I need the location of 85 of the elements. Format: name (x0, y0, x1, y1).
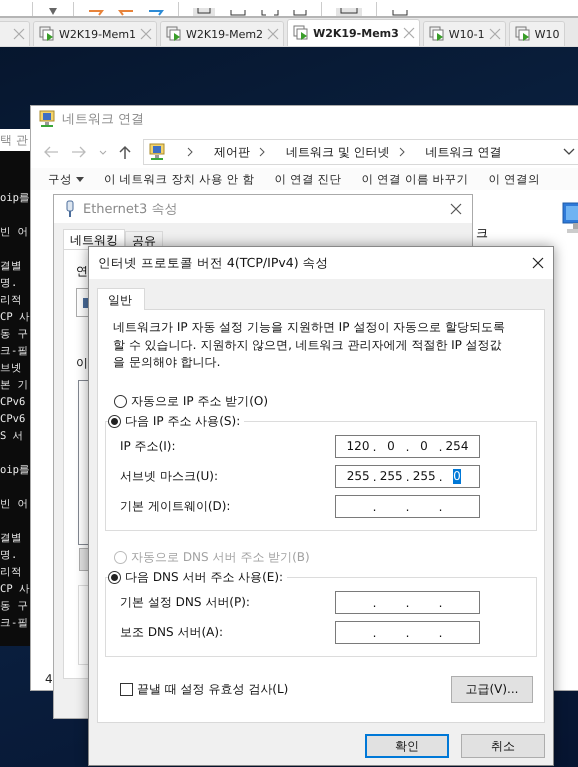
console-line: CPv6 (0, 412, 26, 427)
console-line: 명. (0, 548, 18, 563)
console-line: 결별 (0, 531, 22, 546)
field-label: 기본 게이트웨이(D): (120, 498, 232, 515)
advanced-button[interactable]: 고급(V)... (451, 676, 533, 702)
cancel-button[interactable]: 취소 (461, 734, 545, 758)
field-label: 서브넷 마스크(U): (120, 468, 220, 485)
vm-tab[interactable]: W10 (508, 21, 564, 46)
console-line: CP 사 (0, 582, 30, 597)
console-line: CPv6 (0, 395, 26, 410)
console-line: 빈 어 (0, 225, 28, 240)
ip-address-field[interactable]: 120 . 0 . 0 . 254 (335, 435, 480, 458)
checkbox[interactable]: 끝낼 때 설정 유효성 검사(L) (120, 680, 288, 698)
vm-play-icon (39, 26, 55, 42)
ip-address-field[interactable]: 255 . 255 . 255 . 0 (335, 465, 480, 488)
chevron-icon (187, 147, 193, 157)
console-line: 동 구 (0, 599, 28, 614)
field-label: 기본 설정 DNS 서버(P): (120, 594, 251, 611)
window-icon[interactable] (193, 8, 215, 16)
console-line: oip를 (0, 463, 30, 478)
toolbar-command[interactable]: 이 연결 이름 바꾸기 (362, 172, 469, 186)
toolbar-command[interactable]: 이 네트워크 장치 사용 안 함 (104, 172, 254, 186)
window-title: Ethernet3 속성 (83, 201, 178, 218)
console-line: oip를 (0, 191, 30, 206)
vm-tab[interactable]: W2K19-Mem2 (160, 21, 284, 46)
ok-button[interactable]: 확인 (365, 734, 449, 758)
breadcrumb-item[interactable]: 네트워크 및 인터넷 (286, 144, 390, 160)
ip-address-field[interactable]: . . . (335, 621, 480, 644)
close-icon[interactable] (532, 257, 544, 269)
breadcrumb-item[interactable]: 네트워크 연결 (426, 144, 502, 160)
ip-address-field[interactable]: . . . (335, 495, 480, 518)
console-line: 결별 (0, 259, 22, 274)
window-title: 인터넷 프로토콜 버전 4(TCP/IPv4) 속성 (98, 254, 329, 272)
field-label: 보조 DNS 서버(A): (120, 624, 224, 641)
console-line: 리적 (0, 565, 22, 580)
ip-address-field[interactable]: . . . (335, 591, 480, 614)
window-icon[interactable] (229, 10, 247, 16)
window-icon[interactable] (391, 10, 409, 16)
vm-play-icon (293, 25, 310, 41)
field-label: 연 (76, 263, 88, 280)
vm-tab[interactable]: W2K19-Mem3 (287, 19, 420, 46)
chevron-icon (398, 147, 405, 157)
window-title: 네트워크 연결 (62, 111, 144, 128)
window-icon[interactable] (293, 10, 307, 16)
console-line: S 서 (0, 429, 24, 444)
up-arrow-icon[interactable] (119, 145, 131, 159)
status-text: 4 (45, 672, 53, 686)
frame-icon[interactable] (261, 10, 279, 16)
field-label: 이 (76, 355, 88, 372)
console-line: 브넷 (0, 361, 22, 376)
network-computer-icon (148, 143, 166, 161)
console-line: CP 사 (0, 310, 30, 325)
toolbar-command[interactable]: 이 연결의 (488, 172, 540, 186)
console-line: 크-필 (0, 616, 28, 631)
window-icon[interactable] (336, 8, 362, 16)
ethernet-plug-icon (64, 200, 76, 218)
caret-icon (76, 176, 84, 182)
item-label[interactable]: 크 (476, 225, 488, 242)
radio-button[interactable]: 자동으로 IP 주소 받기(O) (114, 392, 268, 410)
window-title: 택 관 (0, 133, 28, 147)
radio-button[interactable]: 다음 IP 주소 사용(S): (108, 412, 240, 430)
console-line: 리적 (0, 293, 22, 308)
console-line: 동 구 (0, 327, 28, 342)
breadcrumb-item[interactable]: 제어판 (214, 144, 250, 160)
network-computer-icon (38, 110, 56, 128)
vm-tab[interactable]: W10-1 (422, 21, 506, 46)
console-line: 빈 어 (0, 497, 28, 512)
organize-menu[interactable]: 구성 (48, 172, 84, 186)
tab[interactable]: 네트워킹 (63, 229, 125, 249)
address-bar[interactable]: 제어판 네트워크 및 인터넷 네트워크 연결 (143, 139, 578, 165)
tab[interactable]: 일반 (97, 288, 145, 310)
vm-play-icon (166, 26, 182, 42)
vm-play-icon (514, 26, 531, 42)
radio-button[interactable]: 다음 DNS 서버 주소 사용(E): (108, 568, 284, 586)
chevron-down-icon[interactable] (563, 148, 575, 156)
console-line: 명. (0, 276, 18, 291)
description-text: 네트워크가 IP 자동 설정 기능을 지원하면 IP 설정이 자동으로 할당되도록 할 수 있습니다. 지원하지 않으면, 네트워크 관리자에게 적절한 IP 설정값을 문의해야 합니다. (113, 319, 505, 371)
console-line: 크-필 (0, 344, 28, 359)
console-line: 본 기 (0, 378, 28, 393)
toolbar-command[interactable]: 이 연결 진단 (274, 172, 342, 186)
field-label: IP 주소(I): (120, 438, 177, 455)
vm-play-icon (428, 26, 445, 42)
close-icon[interactable] (450, 203, 462, 215)
vm-tab[interactable]: W2K19-Mem1 (33, 21, 158, 46)
chevron-icon (259, 147, 265, 157)
